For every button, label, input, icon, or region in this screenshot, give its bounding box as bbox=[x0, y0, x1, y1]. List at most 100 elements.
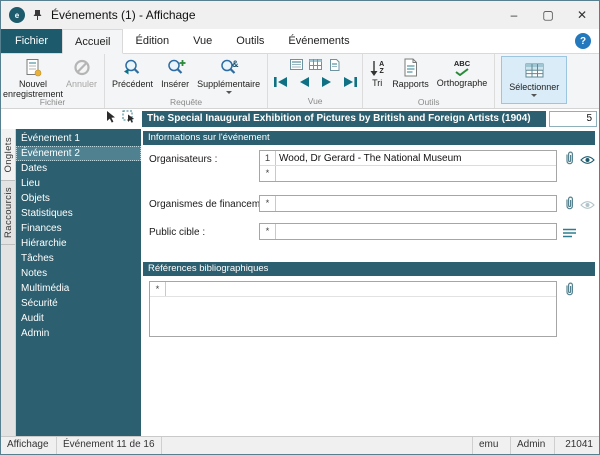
sidebar-item-audit[interactable]: Audit bbox=[16, 311, 141, 326]
section-header-informations: Informations sur l'événement bbox=[143, 131, 595, 145]
sidebar-item-notes[interactable]: Notes bbox=[16, 266, 141, 281]
next-record-icon[interactable] bbox=[317, 74, 336, 89]
view-list-icon[interactable] bbox=[289, 58, 304, 71]
spelling-icon: ABC bbox=[454, 58, 470, 78]
window-title: Événements (1) - Affichage bbox=[51, 8, 196, 22]
sidebar-item-finances[interactable]: Finances bbox=[16, 221, 141, 236]
record-tools bbox=[3, 110, 139, 128]
sidebar-item-evenement-1[interactable]: Événement 1 bbox=[16, 131, 141, 146]
sidebar-item-lieu[interactable]: Lieu bbox=[16, 176, 141, 191]
organiser-value-cell[interactable]: Wood, Dr Gerard - The National Museum bbox=[276, 151, 556, 165]
previous-record-icon[interactable] bbox=[294, 74, 313, 89]
tab-fichier[interactable]: Fichier bbox=[1, 29, 63, 53]
sidebar-tab-strip: Onglets Raccourcis bbox=[1, 129, 16, 436]
sidebar-item-admin[interactable]: Admin bbox=[16, 326, 141, 341]
sidebar-item-dates[interactable]: Dates bbox=[16, 161, 141, 176]
audience-value-cell[interactable] bbox=[276, 224, 556, 239]
undo-icon bbox=[73, 58, 91, 79]
status-user: Admin bbox=[511, 437, 555, 454]
pin-icon[interactable] bbox=[33, 9, 42, 21]
row-number-cell[interactable]: 1 bbox=[260, 151, 276, 165]
table-row: * bbox=[150, 282, 556, 297]
ribbon-group-vue: Vue bbox=[268, 54, 364, 108]
view-table-icon[interactable] bbox=[308, 58, 323, 71]
sidebar-tab-onglets[interactable]: Onglets bbox=[1, 129, 15, 181]
insert-query-button[interactable]: Insérer bbox=[157, 55, 193, 97]
spelling-label: Orthographe bbox=[436, 78, 488, 88]
record-title: The Special Inaugural Exhibition of Pict… bbox=[142, 111, 546, 127]
sidebar-item-securite[interactable]: Sécurité bbox=[16, 296, 141, 311]
sort-button[interactable]: AZ Tri bbox=[366, 55, 388, 97]
tab-outils[interactable]: Outils bbox=[224, 29, 276, 53]
sidebar-item-taches[interactable]: Tâches bbox=[16, 251, 141, 266]
organisers-label: Organisateurs : bbox=[149, 154, 218, 165]
tab-evenements[interactable]: Événements bbox=[276, 29, 361, 53]
attach-icon[interactable] bbox=[563, 282, 576, 302]
undo-button[interactable]: Annuler bbox=[62, 55, 101, 97]
sidebar-item-multimedia[interactable]: Multimédia bbox=[16, 281, 141, 296]
svg-text:&: & bbox=[232, 59, 239, 69]
row-number-cell[interactable]: * bbox=[260, 224, 276, 239]
maximize-button[interactable]: ▢ bbox=[531, 1, 565, 29]
first-record-icon[interactable] bbox=[271, 74, 290, 89]
additional-query-icon: & bbox=[218, 58, 239, 79]
reports-button[interactable]: Rapports bbox=[388, 55, 433, 97]
tab-edition[interactable]: Édition bbox=[123, 29, 181, 53]
sidebar-item-statistiques[interactable]: Statistiques bbox=[16, 206, 141, 221]
text-list-icon[interactable] bbox=[563, 225, 576, 243]
organiser-value-cell[interactable] bbox=[276, 166, 556, 181]
additional-query-caret-icon bbox=[225, 90, 232, 94]
attach-icon[interactable] bbox=[563, 196, 576, 216]
view-attachment-eye-icon[interactable] bbox=[580, 152, 595, 170]
bibliography-value-cell[interactable] bbox=[166, 282, 556, 296]
previous-query-button[interactable]: Précédent bbox=[108, 55, 157, 97]
menu-tab-bar: Fichier Accueil Édition Vue Outils Événe… bbox=[1, 29, 599, 54]
view-page-icon[interactable] bbox=[327, 58, 342, 71]
help-icon[interactable]: ? bbox=[575, 33, 591, 49]
select-caret-icon bbox=[531, 94, 538, 97]
ribbon-group-fichier: Nouvel enregistrement Annuler Fichier bbox=[1, 54, 106, 108]
additional-query-button[interactable]: & Supplémentaire bbox=[193, 55, 264, 97]
new-record-button[interactable]: Nouvel enregistrement bbox=[3, 55, 63, 99]
select-label: Sélectionner bbox=[509, 82, 560, 92]
close-button[interactable]: ✕ bbox=[565, 1, 599, 29]
pointer-icon[interactable] bbox=[106, 110, 116, 128]
spelling-button[interactable]: ABC Orthographe bbox=[433, 55, 492, 97]
status-port: 21041 bbox=[565, 439, 593, 450]
ribbon-group-outils: AZ Tri Rapports ABC Orthographe Outils bbox=[363, 54, 496, 108]
tab-vue[interactable]: Vue bbox=[181, 29, 224, 53]
app-window: e Événements (1) - Affichage – ▢ ✕ Fichi… bbox=[0, 0, 600, 455]
attach-icon[interactable] bbox=[563, 151, 576, 171]
previous-query-label: Précédent bbox=[112, 79, 154, 89]
ribbon-group-label-fichier: Fichier bbox=[39, 97, 66, 107]
sidebar-item-hierarchie[interactable]: Hiérarchie bbox=[16, 236, 141, 251]
sidebar-tab-raccourcis[interactable]: Raccourcis bbox=[1, 181, 15, 245]
row-number-cell[interactable]: * bbox=[260, 196, 276, 211]
table-row: * bbox=[260, 224, 556, 239]
sidebar-item-objets[interactable]: Objets bbox=[16, 191, 141, 206]
sidebar-item-evenement-2[interactable]: Événement 2 bbox=[16, 146, 141, 161]
content-area: Onglets Raccourcis Événement 1 Événement… bbox=[1, 129, 599, 436]
minimize-button[interactable]: – bbox=[497, 1, 531, 29]
organisers-grid: 1 Wood, Dr Gerard - The National Museum … bbox=[259, 150, 557, 182]
app-logo-icon: e bbox=[9, 7, 25, 23]
table-row: * bbox=[260, 196, 556, 211]
new-record-icon bbox=[24, 58, 42, 79]
insert-query-icon bbox=[165, 58, 186, 79]
tab-accueil[interactable]: Accueil bbox=[62, 29, 124, 54]
audience-grid: * bbox=[259, 223, 557, 240]
last-record-icon[interactable] bbox=[340, 74, 359, 89]
select-button[interactable]: Sélectionner bbox=[501, 56, 568, 104]
sidebar-tab-list: Événement 1 Événement 2 Dates Lieu Objet… bbox=[16, 129, 141, 436]
previous-query-icon bbox=[122, 58, 143, 79]
row-number-cell[interactable]: * bbox=[150, 282, 166, 296]
funding-grid: * bbox=[259, 195, 557, 212]
table-row: * bbox=[260, 166, 556, 181]
select-record-icon[interactable] bbox=[122, 110, 136, 128]
select-icon bbox=[525, 63, 544, 80]
funding-value-cell[interactable] bbox=[276, 196, 556, 211]
view-attachment-eye-disabled-icon bbox=[580, 197, 595, 215]
sort-icon: AZ bbox=[370, 58, 384, 78]
insert-query-label: Insérer bbox=[161, 79, 190, 89]
row-number-cell[interactable]: * bbox=[260, 166, 276, 181]
